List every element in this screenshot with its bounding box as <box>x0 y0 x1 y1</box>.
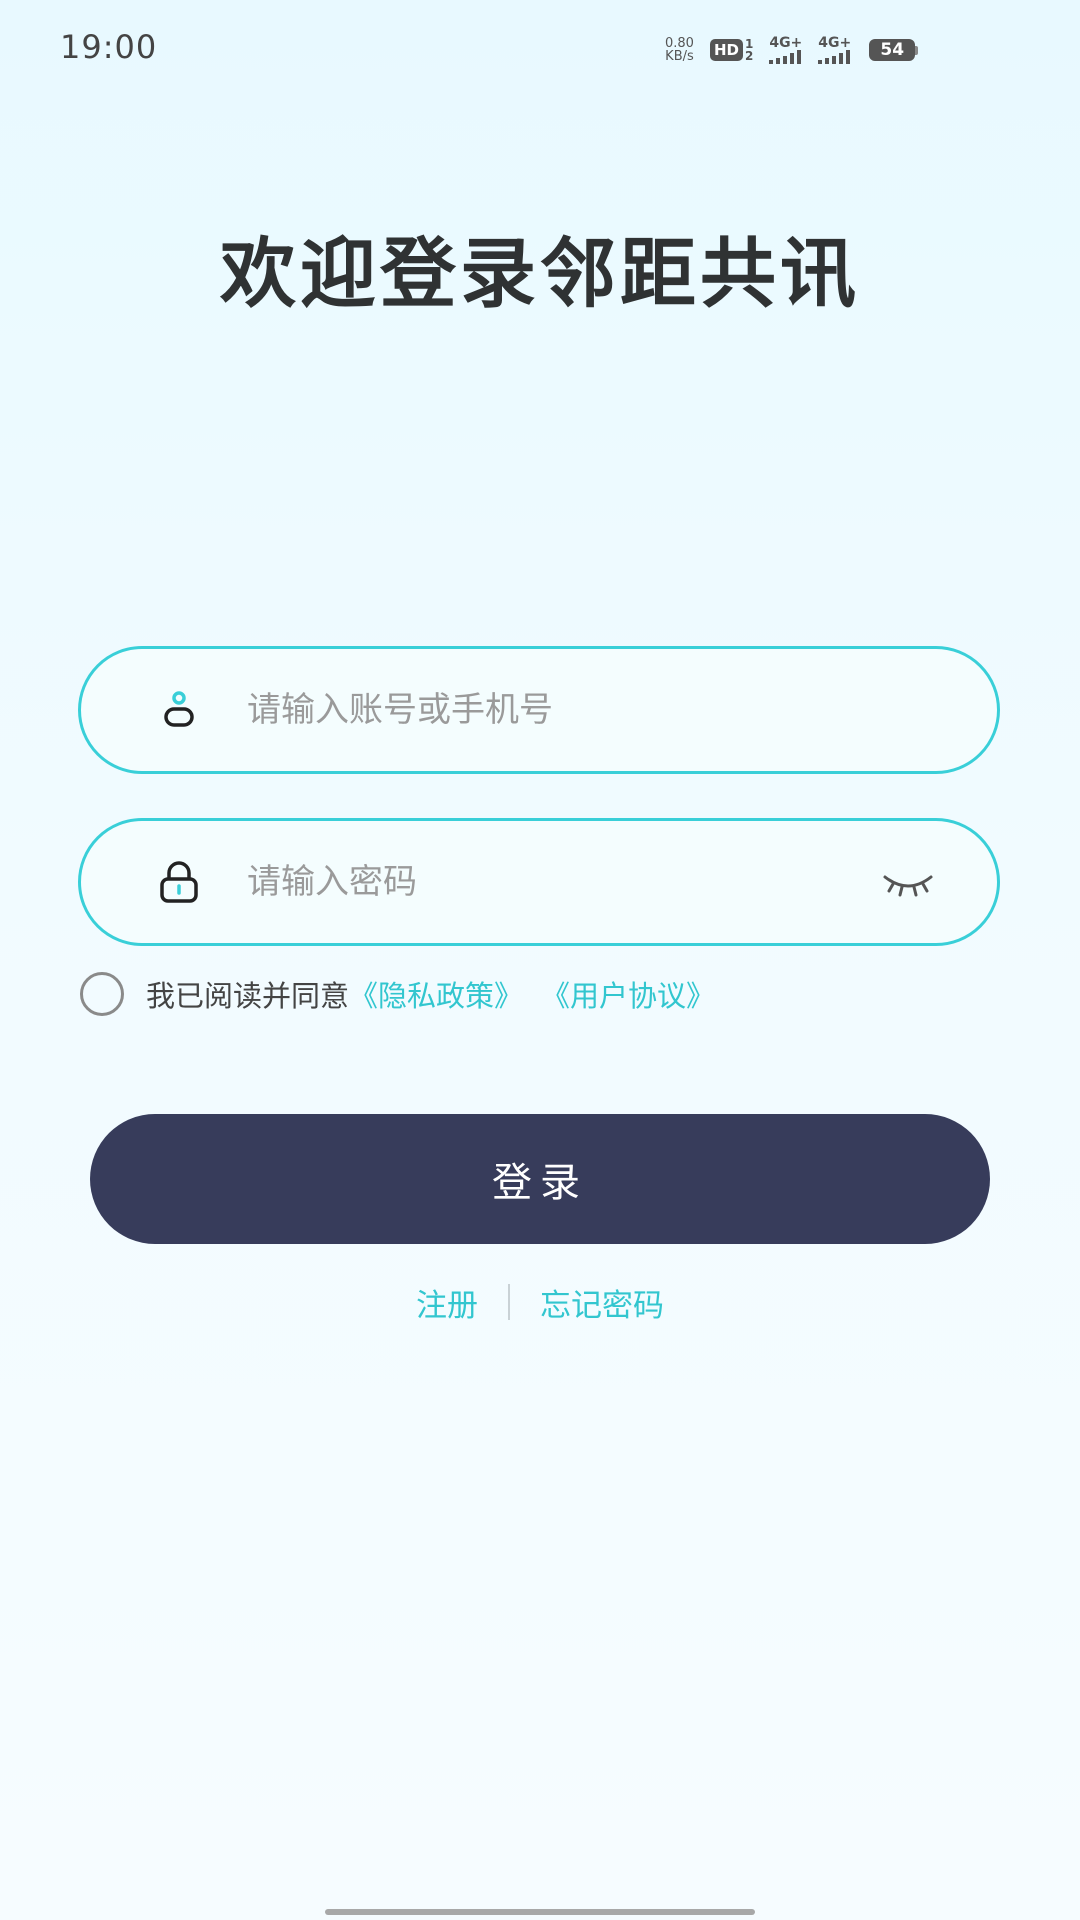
network-speed: 0.80 KB/s <box>665 37 694 63</box>
password-field[interactable] <box>78 818 1000 946</box>
eye-closed-icon[interactable] <box>881 859 935 905</box>
link-divider <box>508 1284 510 1320</box>
bottom-links: 注册 忘记密码 <box>0 1280 1080 1324</box>
signal-2-label: 4G+ <box>818 35 852 51</box>
login-button[interactable]: 登录 <box>90 1114 990 1244</box>
status-bar: 19:00 0.80 KB/s HD 1 2 4G+ 4G+ 54 <box>0 0 1080 100</box>
user-agreement-link[interactable]: 《用户协议》 <box>541 973 715 1015</box>
agreement-checkbox[interactable] <box>80 972 124 1016</box>
hd-voice-icon: HD 1 2 <box>709 38 753 62</box>
home-indicator[interactable] <box>325 1909 755 1915</box>
signal-bars-2 <box>818 50 851 64</box>
signal-icon-2: 4G+ <box>818 36 851 64</box>
battery-icon: 54 <box>869 39 919 61</box>
account-field[interactable] <box>78 646 1000 774</box>
status-time: 19:00 <box>60 28 158 66</box>
network-speed-unit: KB/s <box>665 49 694 64</box>
battery-tip <box>915 45 919 55</box>
signal-bars-1 <box>769 50 802 64</box>
privacy-policy-link[interactable]: 《隐私政策》 <box>349 973 523 1015</box>
signal-1-label: 4G+ <box>769 35 803 51</box>
password-input[interactable] <box>247 821 887 943</box>
page-title: 欢迎登录邻距共讯 <box>220 229 860 318</box>
hd-sim-bottom: 2 <box>744 49 754 63</box>
signal-icon-1: 4G+ <box>769 36 802 64</box>
forgot-password-link[interactable]: 忘记密码 <box>540 1280 664 1325</box>
account-input[interactable] <box>247 649 887 771</box>
lock-icon <box>160 861 198 903</box>
agreement-text: 我已阅读并同意 <box>146 979 350 1013</box>
hd-label: HD <box>709 39 743 61</box>
register-link[interactable]: 注册 <box>416 1280 478 1325</box>
battery-level: 54 <box>869 39 916 61</box>
hd-sim-numbers: 1 2 <box>745 38 753 62</box>
user-icon <box>164 691 194 727</box>
status-icons: 0.80 KB/s HD 1 2 4G+ 4G+ 54 <box>665 33 919 67</box>
agreement-row: 我已阅读并同意 《隐私政策》 《用户协议》 <box>80 972 715 1016</box>
